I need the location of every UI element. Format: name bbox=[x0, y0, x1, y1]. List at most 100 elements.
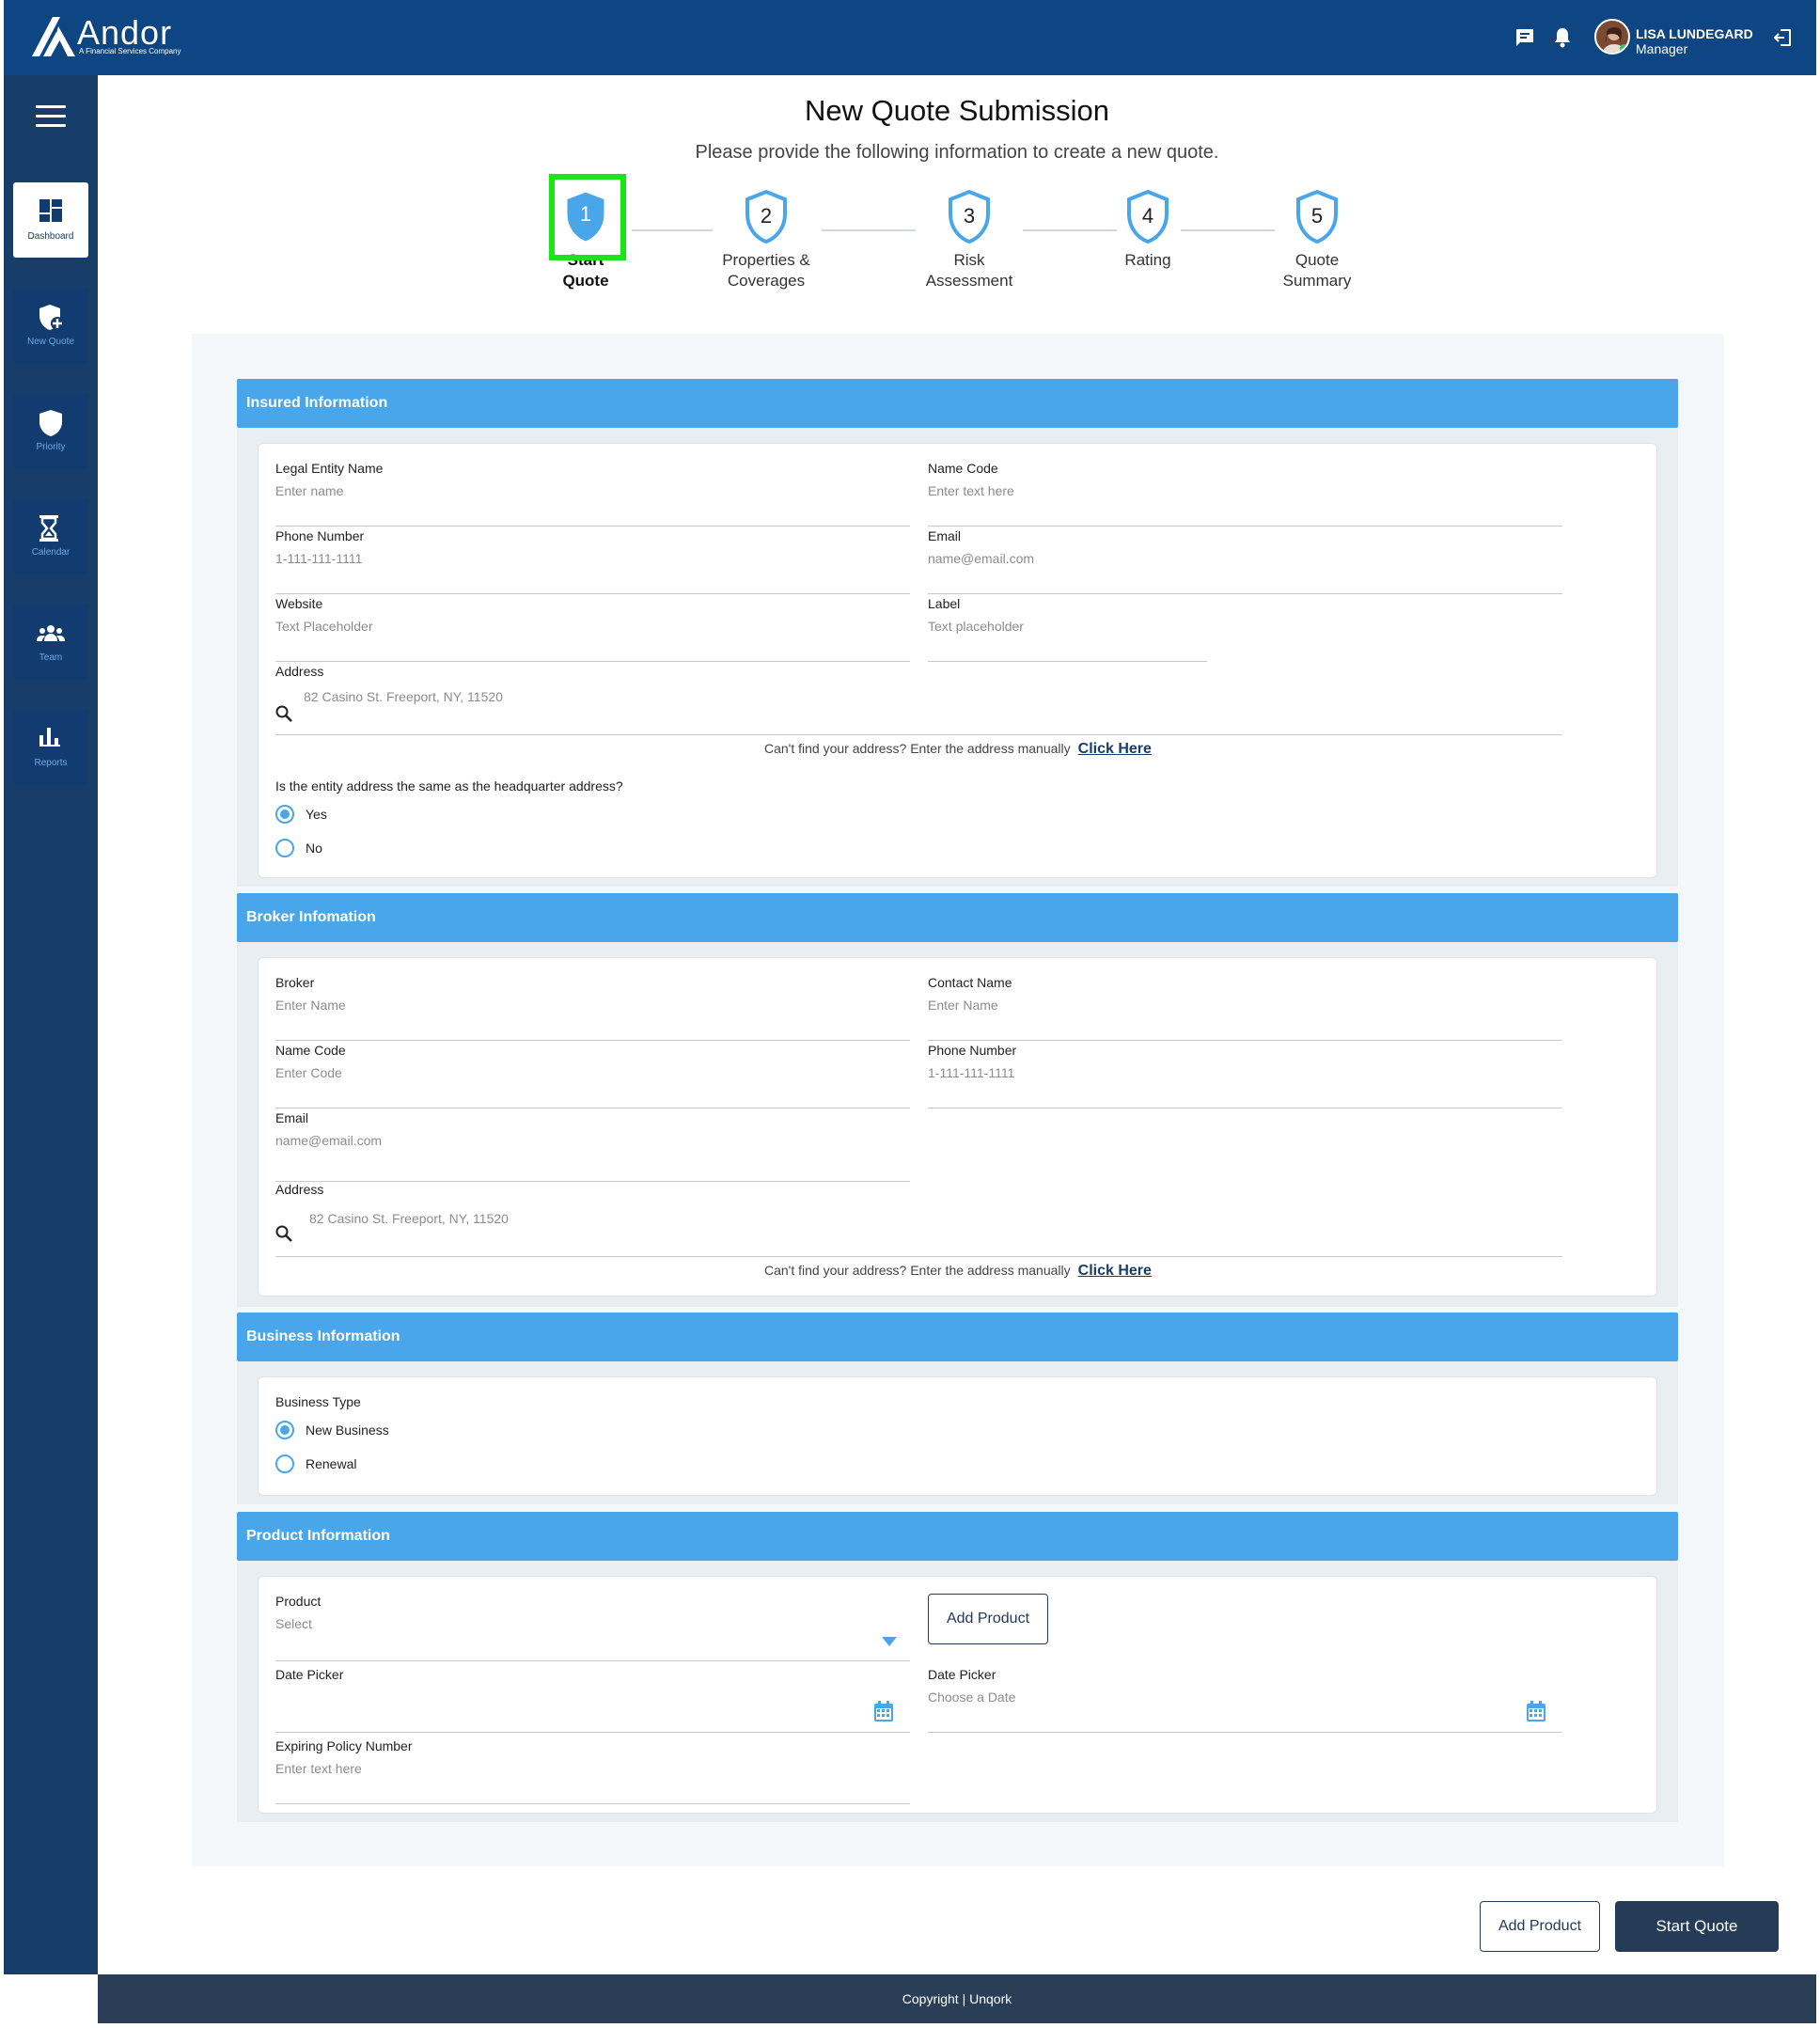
manual-address-prompt: Can't find your address? Enter the addre… bbox=[764, 741, 1152, 758]
product-select-input[interactable] bbox=[275, 1615, 910, 1632]
business-type-label: Business Type bbox=[275, 1394, 361, 1409]
hamburger-menu-icon[interactable] bbox=[36, 105, 66, 128]
chat-icon[interactable] bbox=[1512, 24, 1538, 51]
name-code-input[interactable] bbox=[928, 482, 1562, 499]
business-radio-renewal[interactable]: Renewal bbox=[275, 1454, 356, 1473]
calendar-icon[interactable] bbox=[1527, 1701, 1545, 1721]
expiring-policy-input[interactable] bbox=[275, 1760, 910, 1777]
team-icon bbox=[37, 625, 65, 641]
step-properties-coverages[interactable]: 2 Properties & Coverages bbox=[691, 188, 841, 291]
hq-question: Is the entity address the same as the he… bbox=[275, 778, 623, 794]
broker-address-field: Address bbox=[275, 1182, 1562, 1257]
shield-icon bbox=[39, 410, 62, 436]
section-header: Product Information bbox=[237, 1512, 1678, 1561]
sidebar-item-dashboard[interactable]: Dashboard bbox=[13, 182, 88, 258]
add-product-inline-button[interactable]: Add Product bbox=[928, 1594, 1048, 1644]
email-input[interactable] bbox=[928, 550, 1562, 567]
radio-label: No bbox=[306, 841, 322, 856]
avatar[interactable] bbox=[1594, 19, 1630, 55]
sidebar-item-label: Dashboard bbox=[27, 231, 74, 242]
field-label: Name Code bbox=[928, 461, 998, 476]
field-label: Broker bbox=[275, 975, 315, 990]
step-label-line2: Quote bbox=[562, 272, 609, 290]
field-label: Phone Number bbox=[928, 1043, 1017, 1058]
contact-name-field: Contact Name bbox=[928, 975, 1562, 1041]
label-input[interactable] bbox=[928, 618, 1207, 635]
contact-name-input[interactable] bbox=[928, 997, 1562, 1014]
field-label: Date Picker bbox=[275, 1667, 344, 1682]
click-here-link[interactable]: Click Here bbox=[1078, 741, 1152, 757]
field-label: Address bbox=[275, 1182, 324, 1197]
field-label: Date Picker bbox=[928, 1667, 996, 1682]
broker-phone-input[interactable] bbox=[928, 1064, 1562, 1081]
chevron-down-icon[interactable] bbox=[882, 1637, 897, 1646]
step-risk-assessment[interactable]: 3 Risk Assessment bbox=[894, 188, 1044, 291]
step-label-line1: Quote bbox=[1294, 251, 1340, 269]
step-number: 3 bbox=[964, 204, 975, 228]
logout-icon[interactable] bbox=[1769, 24, 1796, 51]
broker-name-code-input[interactable] bbox=[275, 1064, 910, 1081]
date-picker-input-2[interactable] bbox=[928, 1689, 1562, 1706]
field-label: Expiring Policy Number bbox=[275, 1738, 413, 1753]
step-shield-icon: 3 bbox=[949, 189, 990, 244]
step-rating[interactable]: 4 Rating bbox=[1073, 188, 1223, 271]
phone-number-field: Phone Number bbox=[275, 528, 910, 594]
radio-circle bbox=[275, 1454, 294, 1473]
address-search-input[interactable] bbox=[275, 688, 1562, 705]
broker-address-search-input[interactable] bbox=[275, 1210, 1562, 1227]
hq-radio-yes[interactable]: Yes bbox=[275, 805, 327, 824]
footer: Copyright | Unqork bbox=[98, 1974, 1816, 2023]
insured-card: Legal Entity Name Name Code Phone Number… bbox=[258, 443, 1657, 878]
phone-number-input[interactable] bbox=[275, 550, 910, 567]
business-radio-new[interactable]: New Business bbox=[275, 1421, 389, 1439]
manual-address-text: Can't find your address? Enter the addre… bbox=[764, 1263, 1071, 1278]
section-header: Business Information bbox=[237, 1313, 1678, 1361]
radio-circle bbox=[275, 839, 294, 857]
field-label: Product bbox=[275, 1594, 322, 1609]
website-input[interactable] bbox=[275, 618, 910, 635]
calendar-icon[interactable] bbox=[874, 1701, 893, 1721]
field-label: Name Code bbox=[275, 1043, 346, 1058]
step-shield-icon: 5 bbox=[1296, 189, 1338, 244]
product-card: Product Add Product Date Picker Date Pic… bbox=[258, 1576, 1657, 1814]
expiring-policy-field: Expiring Policy Number bbox=[275, 1738, 910, 1804]
andor-logo-icon bbox=[32, 17, 75, 56]
product-select-field[interactable]: Product bbox=[275, 1594, 910, 1661]
field-label: Website bbox=[275, 596, 323, 611]
field-label: Label bbox=[928, 596, 961, 611]
step-quote-summary[interactable]: 5 Quote Summary bbox=[1242, 188, 1392, 291]
sidebar-item-label: Calendar bbox=[31, 547, 71, 558]
top-bar: Andor A Financial Services Company LISA … bbox=[4, 0, 1816, 75]
andor-logo[interactable]: Andor A Financial Services Company bbox=[32, 13, 196, 60]
sidebar-item-new-quote[interactable]: New Quote bbox=[13, 288, 88, 363]
search-icon bbox=[275, 1225, 292, 1242]
start-quote-button[interactable]: Start Quote bbox=[1615, 1901, 1779, 1952]
date-picker-input-1[interactable] bbox=[275, 1689, 910, 1706]
legal-entity-name-input[interactable] bbox=[275, 482, 910, 499]
field-label: Email bbox=[928, 528, 962, 543]
field-label: Address bbox=[275, 664, 324, 679]
sidebar-item-priority[interactable]: Priority bbox=[13, 393, 88, 468]
sidebar-item-calendar[interactable]: Calendar bbox=[13, 498, 88, 574]
online-status-dot bbox=[1620, 44, 1628, 53]
sidebar-item-team[interactable]: Team bbox=[13, 604, 88, 679]
broker-input[interactable] bbox=[275, 997, 910, 1014]
sidebar-item-reports[interactable]: Reports bbox=[13, 709, 88, 784]
step-label-line1: Rating bbox=[1124, 251, 1171, 269]
website-field: Website bbox=[275, 596, 910, 662]
copyright-text: Copyright | Unqork bbox=[902, 1991, 1012, 2006]
broker-email-input[interactable] bbox=[275, 1132, 910, 1149]
hq-radio-no[interactable]: No bbox=[275, 839, 322, 857]
business-card: Business Type New Business Renewal bbox=[258, 1376, 1657, 1496]
broker-field: Broker bbox=[275, 975, 910, 1041]
field-label: Legal Entity Name bbox=[275, 461, 384, 476]
radio-label: Yes bbox=[306, 807, 327, 822]
broker-name-code-field: Name Code bbox=[275, 1043, 910, 1108]
click-here-link[interactable]: Click Here bbox=[1078, 1263, 1152, 1279]
section-header: Broker Infomation bbox=[237, 893, 1678, 942]
dashboard-icon bbox=[39, 199, 62, 222]
bell-icon[interactable] bbox=[1549, 24, 1576, 51]
step-label-line2: Assessment bbox=[925, 272, 1013, 290]
page-subtitle: Please provide the following information… bbox=[695, 142, 1219, 163]
add-product-button[interactable]: Add Product bbox=[1480, 1901, 1600, 1952]
